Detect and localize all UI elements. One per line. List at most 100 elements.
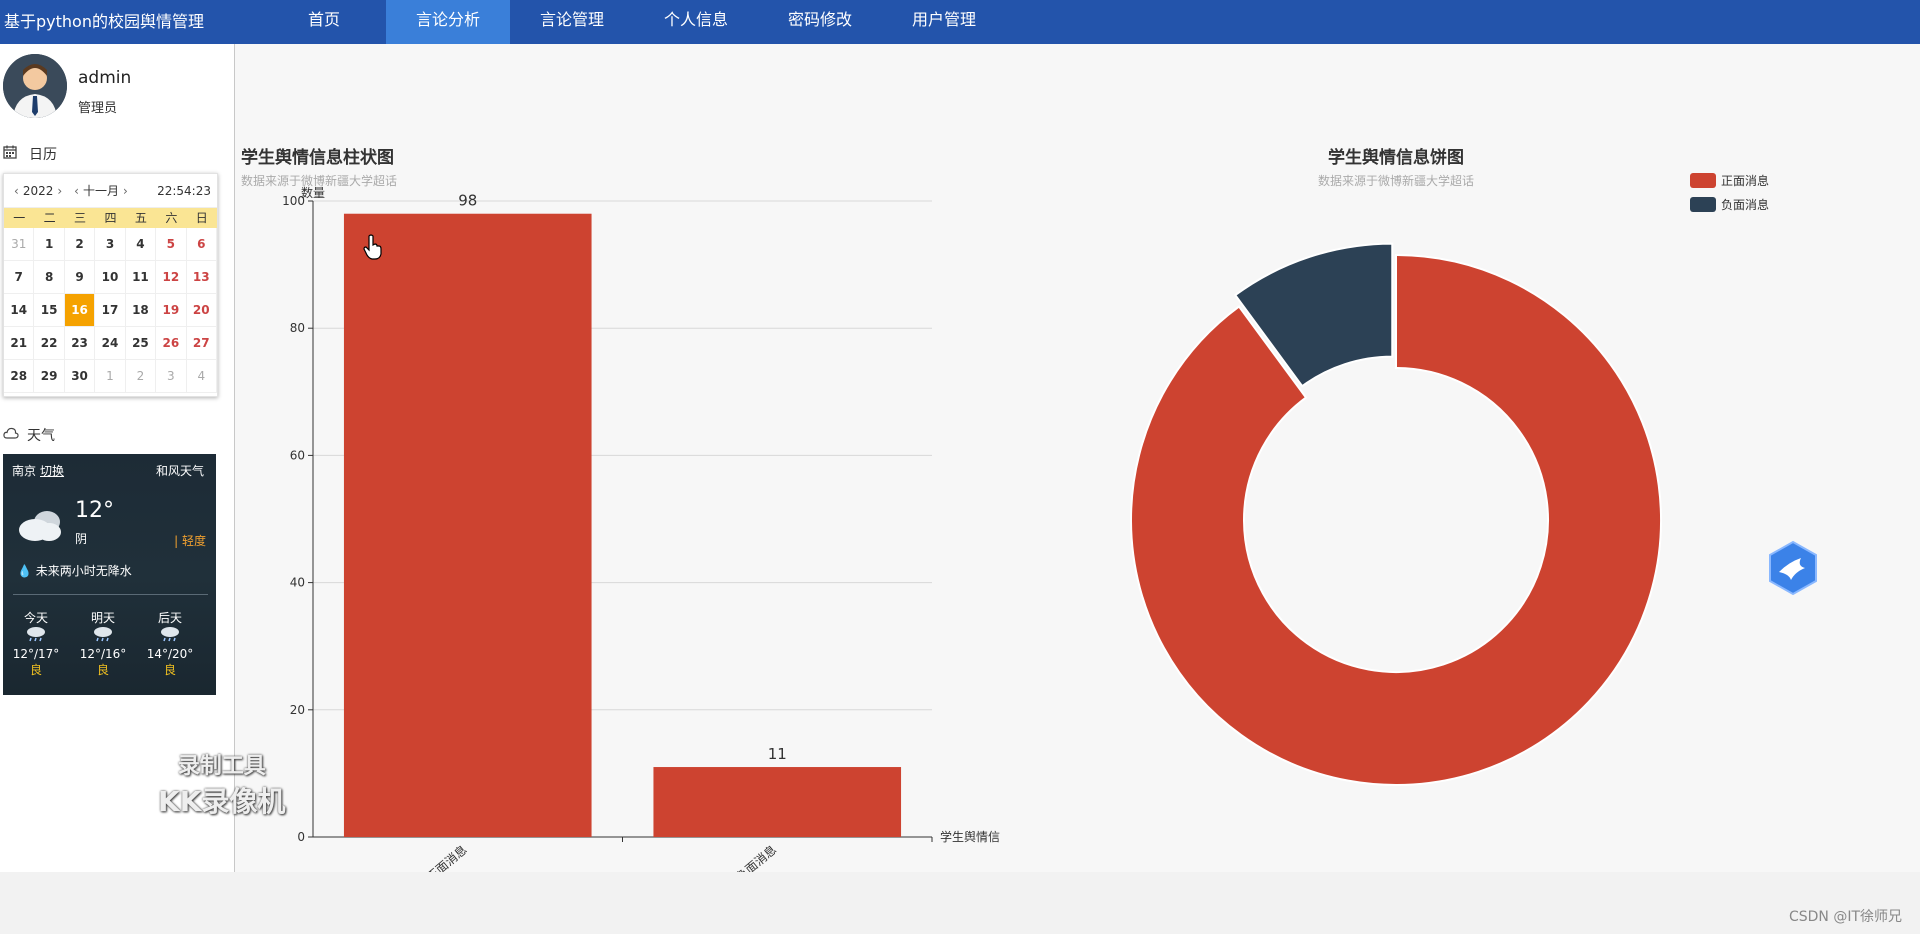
nav-user-management[interactable]: 用户管理 — [882, 0, 1006, 44]
next-year-icon[interactable]: › — [53, 184, 66, 198]
weather-switch-link[interactable]: 切换 — [40, 464, 64, 478]
calendar-day[interactable]: 18 — [125, 294, 157, 327]
calendar-day[interactable]: 25 — [125, 327, 157, 360]
calendar-section-title: 日历 — [3, 144, 57, 164]
calendar-day[interactable]: 8 — [34, 261, 65, 294]
user-role: 管理员 — [78, 101, 118, 116]
weekday-label: 六 — [165, 211, 178, 225]
calendar-month: 十一月 — [82, 184, 119, 198]
forecast-aq: 良 — [96, 663, 109, 677]
x-axis-label: 学生舆情信 — [940, 829, 1000, 844]
y-tick-label: 80 — [290, 321, 305, 335]
recorder-watermark: 录制工具 KK录像机 — [158, 748, 285, 820]
calendar-day[interactable]: 2 — [125, 360, 157, 393]
y-tick-label: 40 — [290, 576, 305, 590]
rain-cloud-icon — [140, 626, 200, 646]
footer-credit: CSDN @IT徐师兄 — [1788, 909, 1902, 925]
bar — [343, 213, 592, 838]
calendar-day[interactable]: 27 — [186, 327, 217, 360]
rain-cloud-icon — [6, 626, 66, 646]
nav-speech-analysis[interactable]: 言论分析 — [386, 0, 510, 44]
weather-city-row: 南京 切换 — [12, 462, 64, 479]
calendar-header: ‹ 2022 › ‹ 十一月 › 22:54:23 — [4, 174, 217, 208]
calendar-day[interactable]: 3 — [95, 228, 126, 261]
calendar-widget: ‹ 2022 › ‹ 十一月 › 22:54:23 一二三四五六日 31 1 2 3 4… — [3, 173, 218, 397]
y-tick-label: 20 — [290, 703, 305, 717]
calendar-weekdays: 一二三四五六日 — [4, 208, 217, 228]
calendar-day[interactable]: 7 — [4, 261, 35, 294]
calendar-day[interactable]: 5 — [156, 228, 187, 261]
forecast-aq: 良 — [29, 663, 42, 677]
avatar — [3, 54, 67, 118]
nav-password-change[interactable]: 密码修改 — [758, 0, 882, 44]
prev-year-icon[interactable]: ‹ — [10, 184, 23, 198]
legend-label: 负面消息 — [1721, 197, 1769, 212]
weather-rain-text: 未来两小时无降水 — [35, 564, 132, 578]
forecast-day-label: 明天 — [90, 611, 115, 625]
forecast-day: 明天 12°/16° 良 — [73, 610, 133, 678]
forecast-aq: 良 — [163, 663, 176, 677]
calendar-day[interactable]: 29 — [34, 360, 65, 393]
legend-swatch — [1690, 173, 1716, 188]
forecast-day-label: 今天 — [23, 611, 48, 625]
user-panel: admin 管理员 — [3, 54, 231, 124]
weekday-label: 三 — [74, 211, 87, 225]
legend-swatch — [1690, 197, 1716, 212]
bottom-strip — [0, 872, 1920, 934]
calendar-day[interactable]: 26 — [156, 327, 187, 360]
bar — [653, 767, 902, 837]
calendar-day[interactable]: 10 — [95, 261, 126, 294]
calendar-day[interactable]: 20 — [186, 294, 217, 327]
calendar-day[interactable]: 23 — [64, 327, 96, 360]
calendar-day[interactable]: 2 — [64, 228, 96, 261]
nav-home[interactable]: 首页 — [262, 0, 386, 44]
calendar-day[interactable]: 1 — [34, 228, 65, 261]
username: admin — [78, 68, 132, 88]
calendar-day[interactable]: 11 — [125, 261, 157, 294]
weather-rain-note: 💧 未来两小时无降水 — [17, 562, 132, 579]
calendar-day[interactable]: 3 — [156, 360, 187, 393]
calendar-day[interactable]: 21 — [4, 327, 35, 360]
calendar-day[interactable]: 30 — [64, 360, 96, 393]
calendar-day[interactable]: 15 — [34, 294, 65, 327]
calendar-year: 2022 — [22, 183, 54, 198]
nav-speech-management[interactable]: 言论管理 — [510, 0, 634, 44]
prev-month-icon[interactable]: ‹ — [70, 184, 83, 198]
calendar-day[interactable]: 9 — [64, 261, 96, 294]
bar-chart-title: 学生舆情信息柱状图 — [241, 148, 394, 168]
calendar-day[interactable]: 17 — [95, 294, 126, 327]
calendar-day[interactable]: 13 — [186, 261, 217, 294]
rain-cloud-icon — [73, 626, 133, 646]
calendar-day[interactable]: 1 — [95, 360, 126, 393]
nav-personal-info[interactable]: 个人信息 — [634, 0, 758, 44]
weather-aqi-text: 轻度 — [181, 534, 206, 548]
pie-slice — [1130, 253, 1662, 786]
calendar-day[interactable]: 31 — [4, 228, 35, 261]
forecast-day: 今天 12°/17° 良 — [6, 610, 66, 678]
calendar-day[interactable]: 28 — [4, 360, 35, 393]
y-tick-label: 0 — [297, 830, 305, 844]
pie-chart: 正面消息负面消息 — [1130, 173, 1769, 786]
calendar-day[interactable]: 4 — [186, 360, 217, 393]
bar-value-label: 98 — [458, 192, 477, 210]
calendar-day[interactable]: 19 — [156, 294, 187, 327]
calendar-day[interactable]: 14 — [4, 294, 35, 327]
weekday-label: 日 — [195, 211, 208, 225]
calendar-day[interactable]: 16 — [64, 294, 96, 327]
weather-provider: 和风天气 — [155, 464, 204, 478]
next-month-icon[interactable]: › — [119, 184, 132, 198]
calendar-day[interactable]: 4 — [125, 228, 157, 261]
app-title: 基于python的校园舆情管理 — [4, 12, 204, 31]
calendar-time: 22:54:23 — [157, 183, 211, 198]
bird-float-icon[interactable] — [1765, 540, 1821, 596]
weather-city: 南京 — [12, 464, 37, 478]
top-nav-bar: 基于python的校园舆情管理 首页 言论分析 言论管理 个人信息 密码修改 用… — [0, 0, 1920, 44]
calendar-day[interactable]: 24 — [95, 327, 126, 360]
calendar-day[interactable]: 22 — [34, 327, 65, 360]
watermark-line1: 录制工具 — [177, 754, 266, 779]
y-tick-label: 60 — [290, 448, 305, 462]
forecast-range: 12°/17° — [12, 647, 60, 661]
calendar-day[interactable]: 6 — [186, 228, 217, 261]
calendar-day[interactable]: 12 — [156, 261, 187, 294]
raindrop-icon: 💧 — [17, 564, 32, 578]
